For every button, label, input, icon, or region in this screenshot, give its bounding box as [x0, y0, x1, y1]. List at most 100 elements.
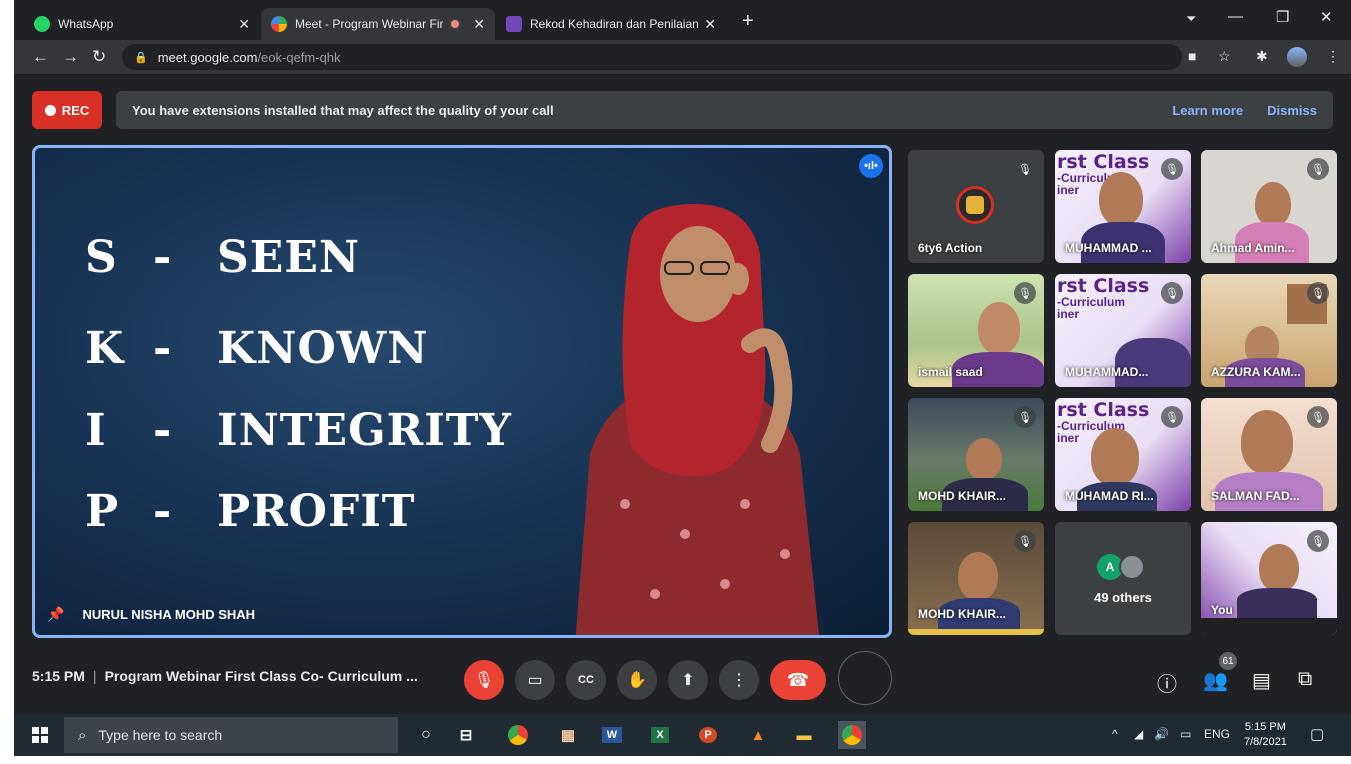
network-icon[interactable]: ◢ — [1134, 727, 1143, 741]
raise-hand-button[interactable]: ✋ — [617, 660, 657, 700]
leave-call-button[interactable]: ☎ — [770, 660, 826, 700]
word-icon[interactable]: W — [598, 721, 626, 749]
people-icon[interactable]: 👥 — [1203, 668, 1228, 693]
vlc-icon[interactable]: ▲ — [744, 721, 772, 749]
powerpoint-icon[interactable]: P — [694, 721, 722, 749]
participant-face — [1099, 172, 1143, 226]
close-tab-icon[interactable]: ✕ — [473, 16, 485, 33]
url-host: meet.google.com — [157, 49, 258, 65]
participant-tile[interactable]: rst Class -Curriculum iner 🎙 MUHAMMAD... — [1055, 274, 1191, 387]
participant-name: MUHAMMAD... — [1065, 365, 1149, 379]
tab-meet[interactable]: Meet - Program Webinar First ✕ — [261, 8, 495, 40]
back-button[interactable]: ← — [32, 47, 49, 67]
poster-text: rst Class — [1057, 151, 1150, 173]
chrome-menu-icon[interactable]: ⋮ — [1326, 48, 1340, 65]
participant-face — [978, 302, 1020, 354]
dismiss-button[interactable]: Dismiss — [1267, 103, 1317, 118]
participant-name: MUHAMAD RI... — [1065, 489, 1154, 503]
task-view-icon[interactable]: ⊟ — [452, 721, 480, 749]
camera-toggle-button[interactable]: ▭ — [515, 660, 555, 700]
rec-label: REC — [61, 102, 90, 118]
main-video-stage[interactable]: S - SEEN K - KNOWN I - INTEGRITY P - PROFIT — [32, 145, 892, 638]
captions-button[interactable]: CC — [566, 660, 606, 700]
participant-tile[interactable]: rst Class -Curriculum iner 🎙 MUHAMMAD ..… — [1055, 150, 1191, 263]
screen: WhatsApp ✕ Meet - Program Webinar First … — [14, 0, 1351, 764]
muted-mic-icon: 🎙 — [1307, 282, 1329, 304]
speaking-indicator-icon: •ıl• — [859, 154, 883, 178]
participant-tile[interactable]: 🎙 MOHD KHAIR... — [908, 522, 1044, 635]
forward-button[interactable]: → — [62, 47, 79, 67]
taskbar-search-box[interactable]: ⌕ Type here to search — [64, 717, 398, 753]
reload-button[interactable]: ↻ — [92, 47, 106, 67]
volume-icon[interactable]: 🔊 — [1154, 727, 1169, 741]
slide-line-known: K - KNOWN — [85, 323, 428, 374]
profile-avatar[interactable] — [1287, 47, 1307, 67]
extensions-icon[interactable]: ✱ — [1256, 48, 1268, 65]
activities-icon[interactable]: ⧉ — [1298, 668, 1312, 691]
tab-search-icon[interactable]: ⏷ — [1186, 11, 1196, 27]
browser-tab-strip: WhatsApp ✕ Meet - Program Webinar First … — [14, 0, 1351, 40]
participant-face — [1259, 544, 1299, 592]
extensions-warning-banner: You have extensions installed that may a… — [116, 91, 1333, 129]
participant-tile[interactable]: 🎙 6ty6 Action — [908, 150, 1044, 263]
slide-line-integrity: I - INTEGRITY — [85, 405, 512, 456]
restore-button[interactable]: ❐ — [1276, 8, 1289, 26]
new-tab-button[interactable]: + — [742, 10, 754, 33]
self-tile[interactable]: 🎙 You — [1201, 522, 1337, 635]
battery-icon[interactable]: ▭ — [1180, 727, 1191, 741]
file-explorer-icon[interactable]: ▬ — [790, 721, 818, 749]
popcorn-app-icon[interactable]: ▦ — [554, 721, 582, 749]
chrome-icon[interactable] — [504, 721, 532, 749]
slide-word: SEEN — [217, 232, 361, 283]
participant-name: ismail saad — [918, 365, 983, 379]
slide-line-seen: S - SEEN — [85, 232, 360, 283]
present-screen-button[interactable]: ⬆ — [668, 660, 708, 700]
slide-letter: P — [85, 486, 120, 537]
pin-icon[interactable]: 📌 — [47, 606, 64, 623]
slide-word: PROFIT — [217, 486, 416, 537]
participant-tile[interactable]: 🎙 SALMAN FAD... — [1201, 398, 1337, 511]
people-count-badge: 61 — [1219, 652, 1237, 670]
participant-tile[interactable]: 🎙 MOHD KHAIR... — [908, 398, 1044, 511]
muted-mic-icon: 🎙 — [1307, 406, 1329, 428]
show-hidden-icons[interactable]: ^ — [1112, 727, 1118, 741]
slide-letter: S — [85, 232, 118, 283]
address-bar[interactable]: 🔒 meet.google.com /eok-qefm-qhk — [122, 44, 1182, 70]
participant-tile[interactable]: 🎙 AZZURA KAM... — [1201, 274, 1337, 387]
meeting-info-icon[interactable]: ⓘ — [1157, 668, 1177, 697]
participant-name: AZZURA KAM... — [1211, 365, 1301, 379]
minimize-button[interactable]: — — [1228, 8, 1243, 25]
participant-tile[interactable]: 🎙 Ahmad Amin... — [1201, 150, 1337, 263]
mute-microphone-button[interactable]: 🎙 — [464, 660, 504, 700]
participant-face — [1091, 428, 1139, 486]
excel-icon[interactable]: X — [646, 721, 674, 749]
others-count-label: 49 others — [1094, 590, 1152, 605]
chat-icon[interactable]: ▤ — [1252, 668, 1271, 693]
muted-mic-icon: 🎙 — [1014, 158, 1036, 180]
language-indicator[interactable]: ENG — [1204, 727, 1230, 741]
bookmark-star-icon[interactable]: ☆ — [1218, 48, 1231, 65]
tab-forms[interactable]: Rekod Kehadiran dan Penilaian K ✕ — [496, 8, 726, 40]
chrome-active-icon[interactable] — [838, 721, 866, 749]
learn-more-link[interactable]: Learn more — [1172, 103, 1243, 118]
close-tab-icon[interactable]: ✕ — [704, 16, 716, 33]
slide-line-profit: P - PROFIT — [85, 486, 416, 537]
camera-in-use-icon[interactable]: ■ — [1188, 48, 1196, 64]
muted-mic-icon: 🎙 — [1161, 282, 1183, 304]
participant-name: MOHD KHAIR... — [918, 489, 1006, 503]
notifications-icon[interactable]: ▢ — [1310, 725, 1324, 743]
close-window-button[interactable]: ✕ — [1320, 8, 1333, 26]
whatsapp-icon — [34, 16, 50, 32]
participant-tile[interactable]: 🎙 ismail saad — [908, 274, 1044, 387]
system-clock[interactable]: 5:15 PM 7/8/2021 — [1244, 720, 1287, 750]
others-tile[interactable]: A 49 others — [1055, 522, 1191, 635]
close-tab-icon[interactable]: ✕ — [238, 16, 250, 33]
more-options-button[interactable]: ⋮ — [719, 660, 759, 700]
url-path: /eok-qefm-qhk — [257, 49, 341, 65]
windows-start-icon[interactable] — [32, 727, 48, 743]
recording-indicator-icon — [449, 18, 462, 30]
tab-whatsapp[interactable]: WhatsApp ✕ — [24, 8, 260, 40]
cortana-icon[interactable]: ○ — [412, 721, 440, 749]
lock-icon: 🔒 — [134, 51, 148, 64]
participant-tile[interactable]: rst Class -Curriculum iner 🎙 MUHAMAD RI.… — [1055, 398, 1191, 511]
